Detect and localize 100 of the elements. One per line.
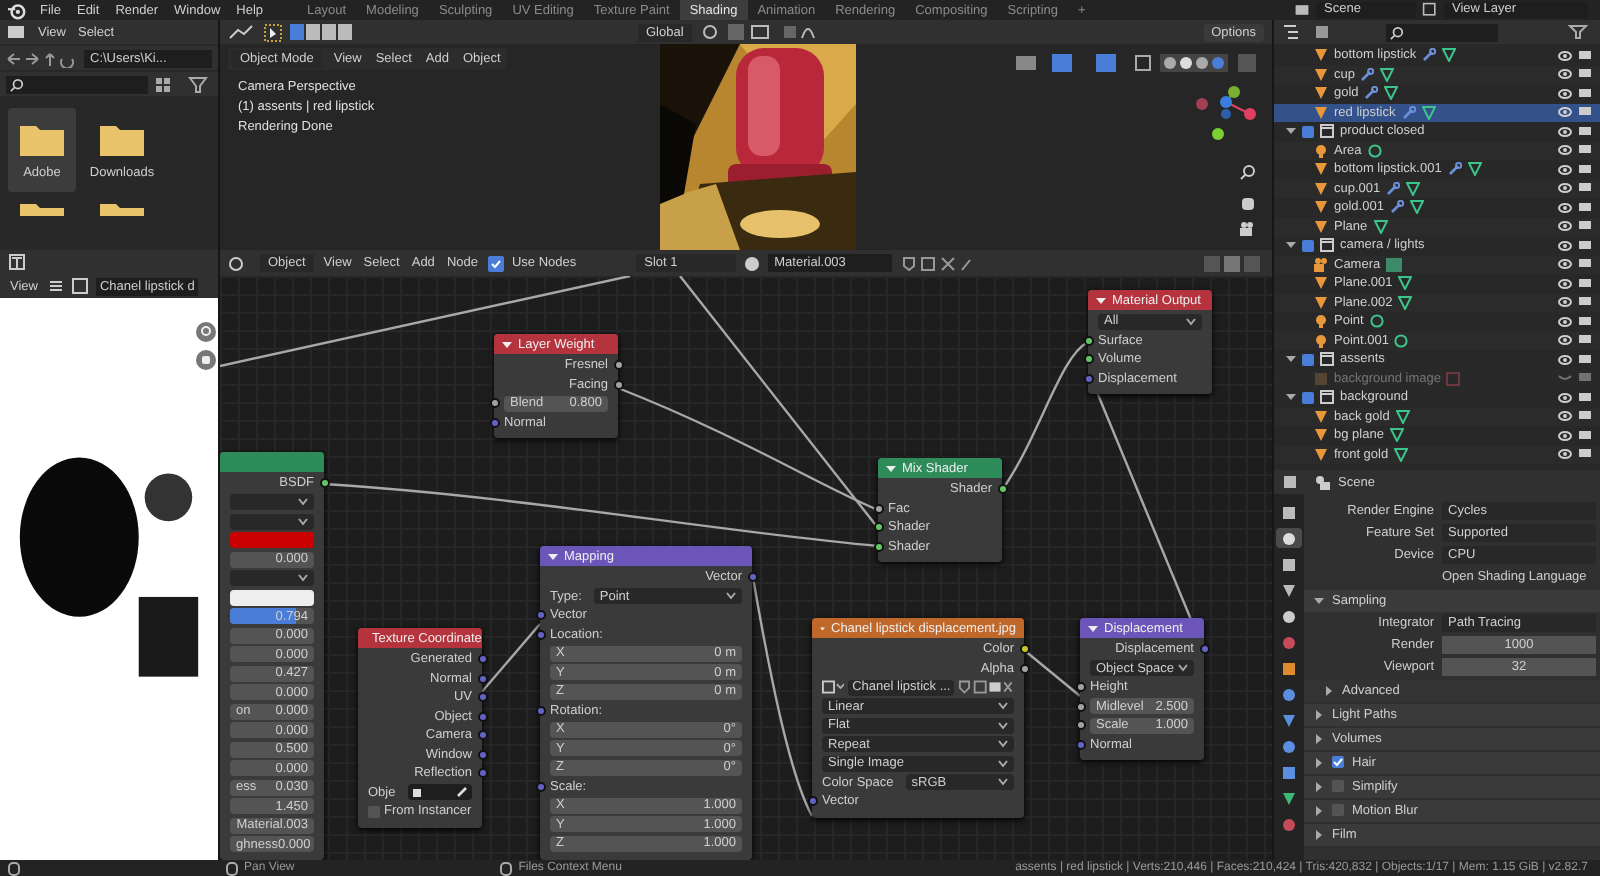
eye-icon[interactable] xyxy=(1558,201,1572,214)
socket[interactable] xyxy=(1083,354,1093,365)
checkbox[interactable] xyxy=(1332,756,1344,769)
checkbox[interactable] xyxy=(1302,353,1314,366)
folder-icon[interactable] xyxy=(20,204,64,216)
expand-caret-icon[interactable] xyxy=(1286,126,1296,137)
zoom-icon[interactable] xyxy=(196,322,216,342)
node-header[interactable] xyxy=(220,452,324,472)
socket[interactable] xyxy=(873,503,883,514)
image-icon[interactable] xyxy=(822,680,845,695)
properties-tab[interactable] xyxy=(1276,528,1302,548)
expand-caret-icon[interactable] xyxy=(1286,354,1296,365)
eye-icon[interactable] xyxy=(1558,68,1572,81)
wrench-icon[interactable] xyxy=(1386,181,1401,196)
mesh-data-icon[interactable] xyxy=(1442,48,1457,63)
socket[interactable] xyxy=(997,484,1007,495)
wrench-icon[interactable] xyxy=(1422,48,1437,63)
checkbox[interactable] xyxy=(1302,391,1314,404)
socket[interactable] xyxy=(319,478,329,489)
collapse-caret-icon[interactable] xyxy=(1088,623,1098,633)
folder-icon[interactable] xyxy=(100,204,144,216)
transform-icon[interactable] xyxy=(228,24,256,40)
filter-icon[interactable] xyxy=(1568,24,1592,40)
eye-icon[interactable] xyxy=(1558,125,1572,138)
checkbox[interactable] xyxy=(1302,239,1314,252)
socket[interactable] xyxy=(1019,644,1029,655)
socket[interactable] xyxy=(873,522,883,533)
eye-icon[interactable] xyxy=(1558,353,1572,366)
socket[interactable] xyxy=(1075,682,1085,693)
mesh-data-icon[interactable] xyxy=(1421,105,1436,120)
socket[interactable] xyxy=(489,398,499,409)
socket[interactable] xyxy=(807,796,817,807)
navigation-arrows-icon[interactable] xyxy=(6,49,78,67)
collapse-caret-icon[interactable] xyxy=(1096,295,1106,305)
socket[interactable] xyxy=(535,629,545,640)
collapse-caret-icon[interactable] xyxy=(502,339,512,349)
checkbox[interactable] xyxy=(1302,125,1314,138)
collapse-caret-icon[interactable] xyxy=(548,551,558,561)
expand-caret-icon[interactable] xyxy=(1314,595,1324,606)
hand-icon[interactable] xyxy=(196,350,216,370)
eye-icon[interactable] xyxy=(1558,163,1572,176)
color-swatch[interactable] xyxy=(230,589,314,606)
mesh-data-icon[interactable] xyxy=(1373,219,1388,234)
eyedropper-icon[interactable] xyxy=(456,786,468,799)
cursor-icon[interactable] xyxy=(264,23,282,41)
camera-icon[interactable] xyxy=(1240,222,1256,238)
socket[interactable] xyxy=(873,541,883,552)
checkbox[interactable] xyxy=(1332,780,1344,793)
eye-icon[interactable] xyxy=(1558,296,1572,309)
image-icon[interactable] xyxy=(71,278,88,294)
snapping-icon[interactable] xyxy=(699,24,820,40)
eye-icon[interactable] xyxy=(1558,144,1572,157)
eye-icon[interactable] xyxy=(1558,182,1572,195)
socket[interactable] xyxy=(613,360,623,371)
image-editor-icon[interactable] xyxy=(8,254,28,270)
expand-caret-icon[interactable] xyxy=(1314,805,1324,816)
eye-icon[interactable] xyxy=(1558,239,1572,252)
socket[interactable] xyxy=(1075,720,1085,731)
eye-icon[interactable] xyxy=(1558,448,1572,461)
menu-icon[interactable] xyxy=(47,278,64,294)
expand-caret-icon[interactable] xyxy=(1286,392,1296,403)
material-actions-icon[interactable] xyxy=(900,255,973,271)
eye-icon[interactable] xyxy=(1558,410,1572,423)
eye-icon[interactable] xyxy=(1558,315,1572,328)
wrench-icon[interactable] xyxy=(1360,67,1375,82)
eye-icon[interactable] xyxy=(1558,258,1572,271)
camera-data-icon[interactable] xyxy=(1386,257,1403,272)
zoom-icon[interactable] xyxy=(1240,164,1256,180)
image-actions-icon[interactable] xyxy=(958,680,1014,695)
wrench-icon[interactable] xyxy=(1364,86,1379,101)
color-swatch[interactable] xyxy=(230,532,314,549)
checkbox[interactable] xyxy=(1332,804,1344,817)
filter-icon[interactable] xyxy=(188,75,212,93)
socket[interactable] xyxy=(1083,335,1093,346)
expand-caret-icon[interactable] xyxy=(1324,685,1334,696)
checkbox[interactable] xyxy=(487,255,504,271)
eye-icon[interactable] xyxy=(1558,220,1572,233)
checkbox[interactable] xyxy=(368,805,380,818)
eye-icon[interactable] xyxy=(1558,334,1572,347)
sphere-icon[interactable] xyxy=(744,255,761,271)
object-field[interactable] xyxy=(407,784,472,801)
eye-icon[interactable] xyxy=(1558,277,1572,290)
eye-icon[interactable] xyxy=(1558,106,1572,119)
mesh-data-icon[interactable] xyxy=(1467,162,1482,177)
wrench-icon[interactable] xyxy=(1389,200,1404,215)
eye-icon[interactable] xyxy=(1558,49,1572,62)
socket[interactable] xyxy=(1019,663,1029,674)
socket[interactable] xyxy=(613,379,623,390)
search-field[interactable] xyxy=(6,75,148,93)
eye-icon[interactable] xyxy=(1558,429,1572,442)
socket[interactable] xyxy=(1075,701,1085,712)
wrench-icon[interactable] xyxy=(1447,162,1462,177)
eye-icon[interactable] xyxy=(1558,87,1572,100)
search-field[interactable] xyxy=(1386,23,1498,41)
hand-icon[interactable] xyxy=(1240,194,1256,210)
expand-caret-icon[interactable] xyxy=(1314,757,1324,768)
folder-icon[interactable] xyxy=(8,24,28,40)
expand-caret-icon[interactable] xyxy=(1314,709,1324,720)
eye-icon[interactable] xyxy=(1558,391,1572,404)
expand-caret-icon[interactable] xyxy=(1314,733,1324,744)
